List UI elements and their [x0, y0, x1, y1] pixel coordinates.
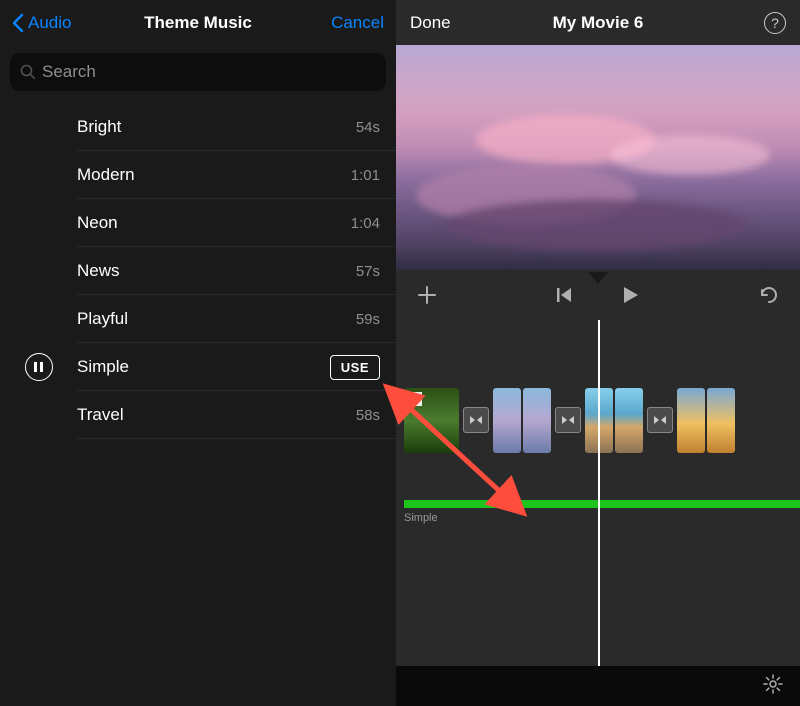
transition-icon: [561, 413, 575, 427]
help-icon: ?: [771, 15, 779, 31]
track-duration: 58s: [356, 407, 380, 424]
track-name: Travel: [77, 405, 356, 425]
use-button[interactable]: USE: [330, 355, 380, 380]
timeline[interactable]: Simple: [396, 320, 800, 666]
project-title: My Movie 6: [553, 13, 644, 33]
cancel-button[interactable]: Cancel: [331, 13, 384, 33]
transition-button[interactable]: [555, 407, 581, 433]
track-name: Playful: [77, 309, 356, 329]
track-duration: 57s: [356, 263, 380, 280]
help-button[interactable]: ?: [764, 12, 786, 34]
audio-track[interactable]: [404, 500, 800, 508]
track-row-news[interactable]: News 57s: [0, 247, 396, 295]
playhead-marker-icon: [588, 272, 608, 284]
track-name: Modern: [77, 165, 351, 185]
transition-button[interactable]: [463, 407, 489, 433]
track-list: Bright 54s Modern 1:01 Neon 1:04 News 57…: [0, 99, 396, 706]
search-icon: [20, 64, 36, 80]
track-duration: 1:04: [351, 215, 380, 232]
gear-icon: [762, 673, 784, 695]
playhead[interactable]: [598, 320, 600, 666]
track-name: News: [77, 261, 356, 281]
track-row-neon[interactable]: Neon 1:04: [0, 199, 396, 247]
editor-panel: Done My Movie 6 ?: [396, 0, 800, 706]
video-clip[interactable]: [523, 388, 551, 453]
video-clip[interactable]: [707, 388, 735, 453]
add-media-button[interactable]: [416, 284, 438, 306]
track-row-simple[interactable]: Simple USE: [0, 343, 396, 391]
back-button[interactable]: Audio: [12, 13, 71, 33]
track-name: Bright: [77, 117, 356, 137]
theme-music-header: Audio Theme Music Cancel: [0, 0, 396, 45]
track-name: Simple: [77, 357, 330, 377]
video-preview[interactable]: [396, 45, 800, 270]
page-title: Theme Music: [144, 13, 252, 33]
track-row-playful[interactable]: Playful 59s: [0, 295, 396, 343]
track-duration: 54s: [356, 119, 380, 136]
transition-icon: [653, 413, 667, 427]
skip-back-button[interactable]: [555, 286, 573, 304]
video-clip[interactable]: [677, 388, 705, 453]
pause-button[interactable]: [25, 353, 53, 381]
theme-music-panel: Audio Theme Music Cancel Search Bright 5…: [0, 0, 396, 706]
editor-header: Done My Movie 6 ?: [396, 0, 800, 45]
play-button[interactable]: [619, 284, 641, 306]
track-row-travel[interactable]: Travel 58s: [0, 391, 396, 439]
track-name: Neon: [77, 213, 351, 233]
search-input[interactable]: Search: [10, 53, 386, 91]
track-duration: 1:01: [351, 167, 380, 184]
preview-frame: [396, 45, 800, 270]
transition-button[interactable]: [647, 407, 673, 433]
chevron-left-icon: [12, 13, 24, 33]
bottom-toolbar: [396, 666, 800, 706]
video-clip[interactable]: [493, 388, 521, 453]
track-row-modern[interactable]: Modern 1:01: [0, 151, 396, 199]
settings-button[interactable]: [762, 673, 784, 700]
track-row-bright[interactable]: Bright 54s: [0, 103, 396, 151]
video-clip[interactable]: [615, 388, 643, 453]
pause-icon: [34, 362, 43, 372]
transition-icon: [469, 413, 483, 427]
video-clip[interactable]: [404, 388, 459, 453]
search-placeholder: Search: [42, 62, 96, 82]
search-container: Search: [0, 45, 396, 99]
back-label: Audio: [28, 13, 71, 33]
done-button[interactable]: Done: [410, 13, 451, 33]
undo-button[interactable]: [758, 285, 780, 305]
track-duration: 59s: [356, 311, 380, 328]
